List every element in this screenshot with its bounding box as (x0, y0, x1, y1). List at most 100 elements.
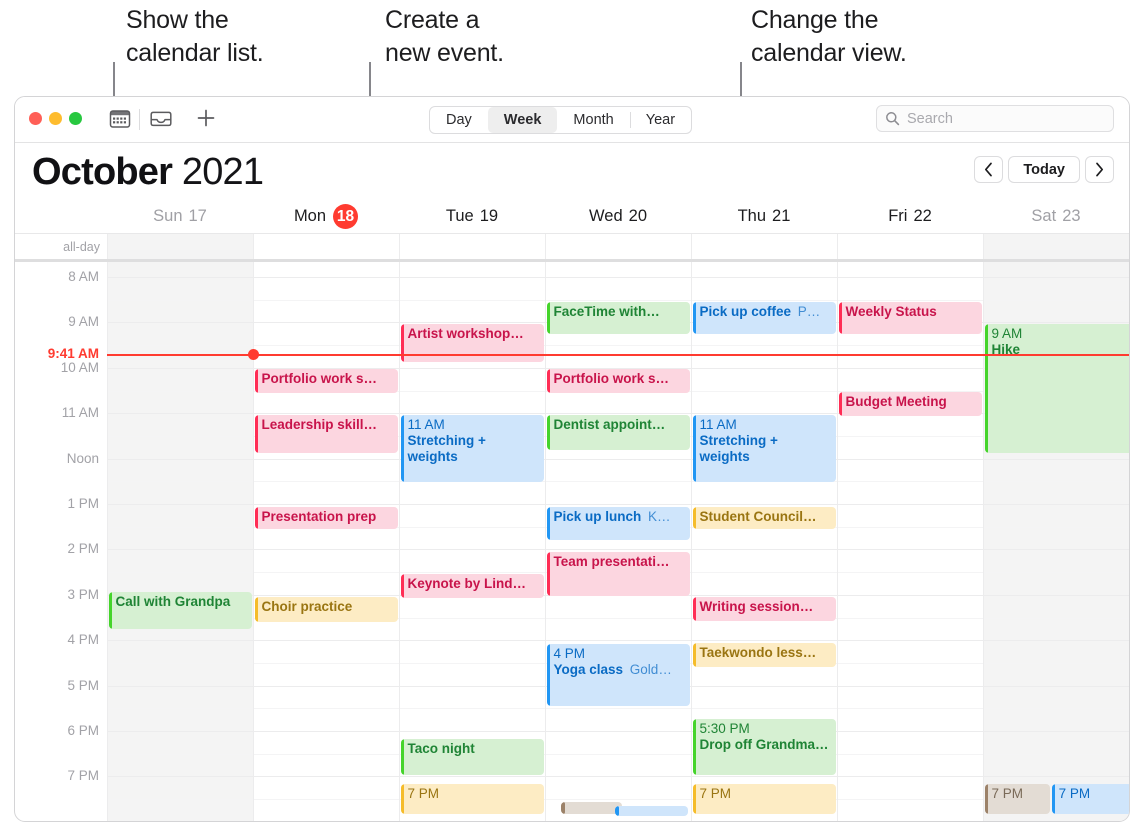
calendar-event[interactable] (615, 806, 689, 816)
view-switcher[interactable]: Day Week Month Year (429, 106, 693, 134)
all-day-cell-sat[interactable] (983, 234, 1129, 259)
calendar-event[interactable]: 11 AM Stretching + weights (400, 415, 544, 482)
next-week-button[interactable] (1085, 156, 1114, 183)
calendar-event[interactable]: 11 AM Stretching + weights (692, 415, 836, 482)
all-day-cell-tue[interactable] (399, 234, 545, 259)
event-color-bar (400, 574, 404, 598)
calendar-event[interactable]: Team presentati… (546, 552, 690, 596)
today-button[interactable]: Today (1008, 156, 1080, 183)
calendar-event[interactable]: Call with Grandpa (108, 592, 252, 629)
event-time: 11 AM (407, 417, 445, 432)
event-color-bar (984, 324, 988, 453)
calendar-event[interactable]: Dentist appoint… (546, 415, 690, 450)
column-divider (545, 262, 546, 821)
event-color-bar (561, 802, 565, 814)
half-hour-line (107, 799, 1129, 801)
calendar-event[interactable]: 7 PM (1051, 784, 1129, 814)
day-header-sun[interactable]: Sun 17 (107, 200, 253, 233)
day-name: Thu (737, 207, 767, 225)
calendar-event[interactable]: Taekwondo less… (692, 643, 836, 667)
calendar-event[interactable]: 7 PM (984, 784, 1051, 814)
all-day-label: all-day (63, 239, 100, 254)
event-color-bar (984, 784, 988, 814)
calendar-event[interactable]: Pick up coffee P… (692, 302, 836, 334)
event-color-bar (400, 739, 404, 775)
hour-line (107, 277, 1129, 278)
day-header-mon[interactable]: Mon 18 (253, 200, 399, 233)
event-color-bar (108, 592, 112, 629)
previous-week-button[interactable] (974, 156, 1004, 183)
all-day-cell-fri[interactable] (837, 234, 983, 259)
day-name: Fri (888, 207, 908, 225)
maximize-button[interactable] (69, 112, 82, 125)
half-hour-line (107, 345, 1129, 347)
calendar-event[interactable]: Writing session… (692, 597, 836, 621)
inbox-icon[interactable] (149, 109, 173, 134)
calendar-event[interactable]: Portfolio work s… (254, 369, 398, 393)
week-grid[interactable]: 8 AM 9 AM 10 AM 11 AM Noon 1 PM 2 PM 3 PM 4 PM 5 … (15, 262, 1129, 821)
day-header-tue[interactable]: Tue 19 (399, 200, 545, 233)
hour-label: 10 AM (60, 359, 99, 375)
day-number: 19 (479, 207, 499, 225)
calendar-event[interactable]: Keynote by Lind… (400, 574, 544, 598)
day-header-sat[interactable]: Sat 23 (983, 200, 1129, 233)
event-title: Student Council… (699, 509, 817, 524)
hour-label: Noon (66, 450, 99, 466)
current-time-line (107, 354, 1129, 356)
hour-label: 5 PM (67, 677, 99, 693)
event-color-bar (692, 507, 696, 529)
calendar-event[interactable]: Leadership skill… (254, 415, 398, 453)
calendar-event[interactable]: 7 PM (400, 784, 544, 814)
event-color-bar (546, 369, 550, 393)
all-day-cell-wed[interactable] (545, 234, 691, 259)
calendar-event[interactable]: Taco night (400, 739, 544, 775)
event-title: Keynote by Lind… (407, 576, 527, 591)
calendar-event[interactable]: 5:30 PM Drop off Grandma… (692, 719, 836, 775)
event-title: Leadership skill… (261, 417, 378, 432)
calendar-event[interactable]: Choir practice (254, 597, 398, 622)
day-header-fri[interactable]: Fri 22 (837, 200, 983, 233)
all-day-cell-thu[interactable] (691, 234, 837, 259)
calendar-event[interactable]: 4 PM Yoga class Gold… (546, 644, 690, 706)
calendar-event[interactable]: Artist workshop… (400, 324, 544, 362)
view-tab-week[interactable]: Week (487, 107, 558, 133)
view-tab-month[interactable]: Month (557, 107, 629, 133)
calendar-event[interactable]: 7 PM (692, 784, 836, 814)
day-header-wed[interactable]: Wed 20 (545, 200, 691, 233)
calendar-event[interactable]: Weekly Status (838, 302, 982, 334)
minimize-button[interactable] (49, 112, 62, 125)
event-color-bar (254, 369, 258, 393)
search-field[interactable]: Search (876, 105, 1114, 132)
day-header-thu[interactable]: Thu 21 (691, 200, 837, 233)
event-title: Budget Meeting (845, 394, 947, 409)
day-name: Sat (1031, 207, 1057, 225)
half-hour-line (107, 299, 1129, 301)
event-title: Presentation prep (261, 509, 377, 524)
calendar-event[interactable]: Presentation prep (254, 507, 398, 529)
calendar-list-icon[interactable] (109, 108, 131, 135)
all-day-cell-mon[interactable] (253, 234, 399, 259)
today-badge: 18 (333, 204, 359, 229)
event-time: 11 AM (699, 417, 737, 432)
event-title: Taekwondo less… (699, 645, 817, 660)
hour-line (107, 640, 1129, 642)
close-button[interactable] (29, 112, 42, 125)
calendar-event[interactable]: Portfolio work s… (546, 369, 690, 393)
current-time-dot (247, 349, 259, 361)
calendar-event[interactable]: FaceTime with… (546, 302, 690, 334)
event-title: Dentist appoint… (553, 417, 666, 432)
calendar-event[interactable]: Student Council… (692, 507, 836, 529)
view-tab-year[interactable]: Year (629, 107, 691, 133)
hour-label: 6 PM (67, 723, 99, 738)
new-event-button[interactable] (195, 107, 217, 133)
all-day-cell-sun[interactable] (107, 234, 253, 259)
view-tab-day[interactable]: Day (430, 107, 488, 133)
callout-show-calendar-list: Show the calendar list. (126, 6, 264, 67)
calendar-event[interactable]: 9 AM Hike (984, 324, 1129, 453)
event-color-bar (254, 507, 258, 529)
calendar-event[interactable]: Pick up lunch K… (546, 507, 690, 540)
calendar-event[interactable] (561, 802, 623, 814)
calendar-event[interactable]: Budget Meeting (838, 392, 982, 416)
column-divider (107, 262, 108, 821)
event-time: 7 PM (991, 786, 1024, 801)
